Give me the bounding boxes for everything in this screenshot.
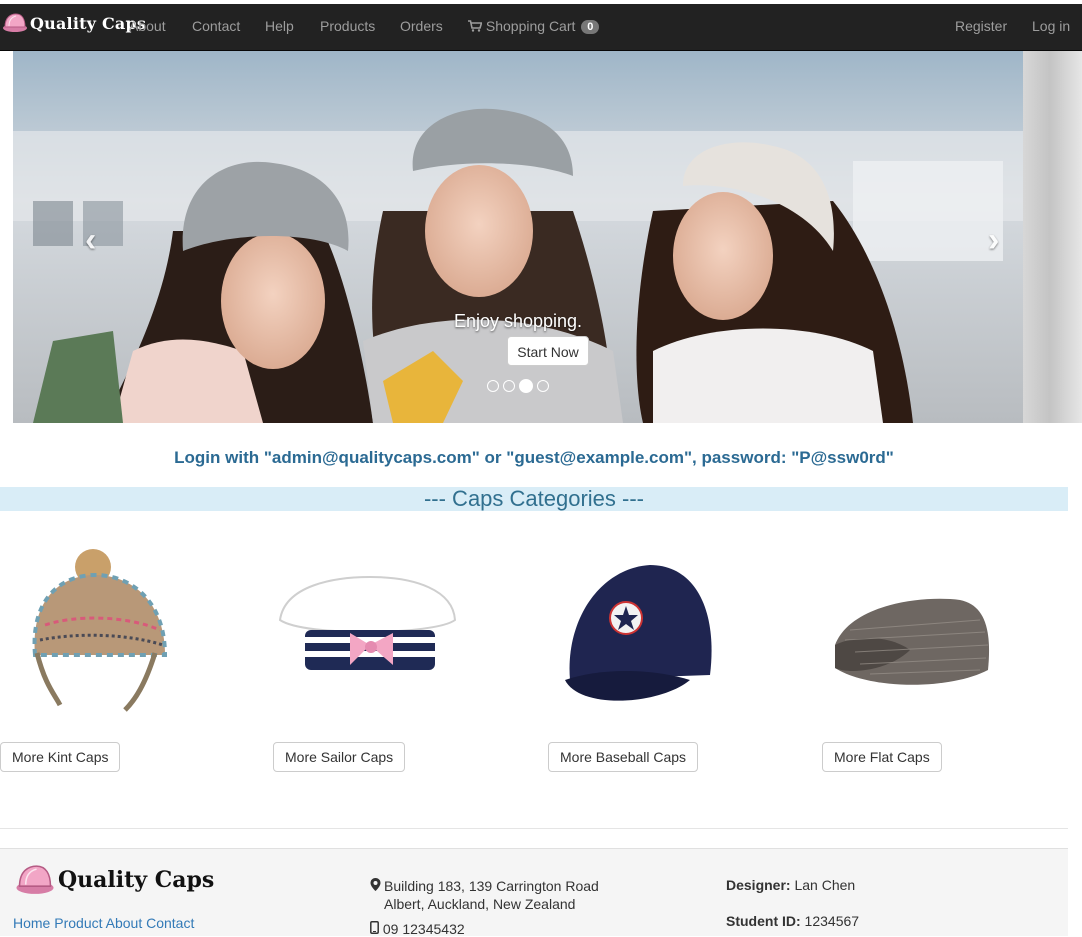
brand-logo[interactable]: Quality Caps — [2, 8, 146, 38]
carousel-dot-1[interactable] — [487, 380, 499, 393]
carousel-next-icon[interactable]: › — [988, 221, 999, 260]
knit-cap-image[interactable] — [15, 545, 175, 720]
start-now-button[interactable]: Start Now — [507, 336, 589, 366]
nav-login[interactable]: Log in — [1032, 18, 1070, 34]
top-navbar: Quality Caps About Contact Help Products… — [0, 4, 1082, 51]
address-line-2: Albert, Auckland, New Zealand — [384, 896, 576, 912]
footer-address: Building 183, 139 Carrington Road Albert… — [370, 877, 599, 913]
designer-name: Lan Chen — [794, 877, 856, 893]
footer-designer: Designer: Lan Chen — [726, 877, 855, 893]
hero-photo — [13, 51, 1023, 423]
map-marker-icon — [370, 877, 384, 895]
student-id-value: 1234567 — [804, 913, 860, 929]
footer: Quality Caps Home Product About Contact … — [0, 848, 1068, 937]
nav-about[interactable]: About — [129, 18, 166, 34]
carousel-dot-2[interactable] — [503, 380, 515, 393]
cap-logo-icon — [3, 13, 27, 32]
section-divider — [0, 828, 1068, 829]
carousel-dot-4[interactable] — [537, 380, 549, 393]
nav-products[interactable]: Products — [320, 18, 375, 34]
categories-title: --- Caps Categories --- — [423, 486, 645, 511]
nav-help[interactable]: Help — [265, 18, 294, 34]
footer-link-about[interactable]: About — [106, 915, 143, 931]
cart-label: Shopping Cart — [485, 18, 576, 34]
address-line-1: Building 183, 139 Carrington Road — [384, 878, 599, 894]
designer-label: Designer: — [726, 877, 791, 893]
carousel-gutter — [1023, 51, 1082, 423]
carousel-dot-3[interactable] — [519, 379, 533, 394]
sailor-cap-image[interactable] — [275, 575, 460, 685]
footer-brand-name: Quality Caps — [58, 867, 215, 893]
footer-link-contact[interactable]: Contact — [146, 915, 194, 931]
carousel-indicators — [13, 377, 1023, 394]
flat-cap-image[interactable] — [830, 590, 995, 695]
footer-link-product[interactable]: Product — [54, 915, 102, 931]
nav-contact[interactable]: Contact — [192, 18, 240, 34]
more-sailor-caps-button[interactable]: More Sailor Caps — [273, 742, 406, 772]
cart-count-badge: 0 — [581, 20, 600, 34]
footer-links: Home Product About Contact — [13, 915, 194, 931]
footer-link-home[interactable]: Home — [13, 915, 50, 931]
carousel-prev-icon[interactable]: ‹ — [85, 221, 96, 260]
nav-orders[interactable]: Orders — [400, 18, 443, 34]
more-flat-caps-button[interactable]: More Flat Caps — [822, 742, 942, 772]
shopping-cart-icon — [468, 20, 483, 32]
hero-carousel: ‹ › Enjoy shopping. Start Now — [13, 51, 1023, 423]
student-id-label: Student ID: — [726, 913, 801, 929]
cap-logo-icon — [16, 865, 54, 894]
footer-student-id: Student ID: 1234567 — [726, 913, 859, 929]
more-baseball-caps-button[interactable]: More Baseball Caps — [548, 742, 699, 772]
more-knit-caps-button[interactable]: More Kint Caps — [0, 742, 121, 772]
categories-header: --- Caps Categories --- — [0, 487, 1068, 511]
login-hint: Login with "admin@qualitycaps.com" or "g… — [174, 448, 894, 467]
nav-shopping-cart[interactable]: Shopping Cart 0 — [468, 18, 600, 34]
carousel-caption: Enjoy shopping. — [453, 311, 583, 331]
footer-brand[interactable]: Quality Caps — [14, 863, 214, 897]
nav-register[interactable]: Register — [955, 18, 1007, 34]
